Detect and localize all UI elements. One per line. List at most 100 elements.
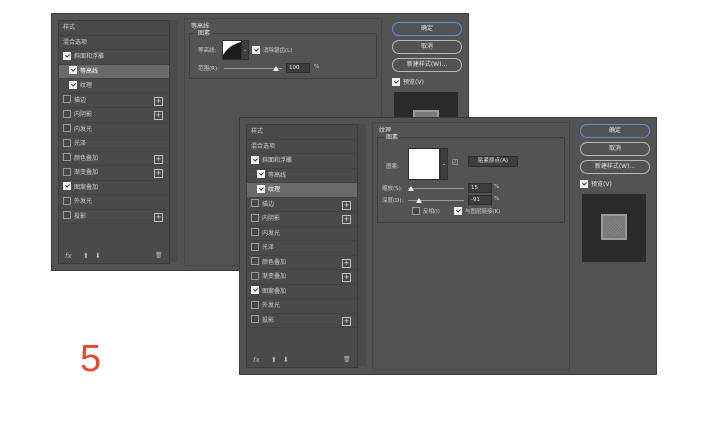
sidebar-item-checkbox[interactable] (63, 109, 71, 118)
sidebar-item-checkbox[interactable] (251, 257, 259, 265)
sidebar-item[interactable]: 等高线 (59, 64, 169, 79)
sidebar-item[interactable]: 内发光 (247, 227, 357, 241)
add-effect-icon[interactable]: + (154, 111, 163, 120)
add-effect-icon[interactable]: + (154, 154, 163, 164)
sidebar-item[interactable]: 投影 + (59, 210, 169, 224)
sidebar-item[interactable]: 描边 + (247, 198, 357, 212)
sidebar-scrollbar[interactable] (358, 124, 366, 366)
fx-icon[interactable]: fx (253, 353, 260, 367)
sidebar-item[interactable]: 斜面和浮雕 (59, 50, 169, 65)
sidebar-item-checkbox[interactable] (257, 170, 265, 178)
sidebar-item[interactable]: 渐变叠加 + (59, 166, 169, 181)
sidebar-item-checkbox[interactable] (251, 242, 259, 251)
sidebar-item-checkbox[interactable] (251, 315, 259, 323)
sidebar-item[interactable]: 颜色叠加 + (59, 152, 169, 166)
move-up-icon[interactable]: ⬆ (271, 353, 277, 367)
sidebar-item-checkbox[interactable] (251, 155, 259, 164)
scale-input[interactable]: 15 (468, 183, 492, 193)
sidebar-item[interactable]: 纹理 (59, 79, 169, 94)
new-preset-icon[interactable]: ◰ (452, 158, 459, 166)
ok-button[interactable]: 确定 (580, 124, 650, 138)
add-effect-icon[interactable]: + (154, 212, 163, 222)
sidebar-item[interactable]: 外发光 (247, 299, 357, 314)
sidebar-item[interactable]: 图案叠加 (247, 285, 357, 299)
sidebar-item-checkbox[interactable] (63, 138, 71, 147)
contour-dropdown-icon[interactable]: ⌄ (241, 40, 249, 60)
link-with-layer-checkbox[interactable] (454, 206, 462, 215)
sidebar-item-checkbox[interactable] (63, 211, 71, 219)
sidebar-item-checkbox[interactable] (63, 153, 71, 161)
antialias-checkbox[interactable] (252, 45, 260, 54)
add-effect-icon[interactable]: + (154, 169, 163, 178)
cancel-button[interactable]: 取消 (580, 142, 650, 156)
sidebar-item[interactable]: 外发光 (59, 195, 169, 210)
sidebar-item[interactable]: 光泽 (247, 241, 357, 256)
sidebar-item-checkbox[interactable] (251, 271, 259, 280)
scale-slider-track[interactable] (408, 188, 464, 189)
sidebar-item[interactable]: 描边 + (59, 94, 169, 108)
preview-row[interactable]: 预览(V) (580, 179, 612, 189)
sidebar-item[interactable]: 渐变叠加 + (247, 270, 357, 285)
add-effect-icon[interactable]: + (342, 200, 351, 210)
move-down-icon[interactable]: ⬇ (283, 353, 289, 367)
move-up-icon[interactable]: ⬆ (83, 249, 89, 263)
range-input[interactable]: 100 (286, 63, 310, 73)
sidebar-item-checkbox[interactable] (251, 228, 259, 236)
sidebar-item[interactable]: 斜面和浮雕 (247, 154, 357, 169)
sidebar-item[interactable]: 光泽 (59, 137, 169, 152)
pattern-dropdown-icon[interactable]: ⌄ (440, 148, 448, 180)
sidebar-item-checkbox[interactable] (251, 300, 259, 309)
group-title: 图素 (384, 132, 401, 141)
new-style-button[interactable]: 新建样式(W)... (580, 160, 650, 174)
fx-icon[interactable]: fx (65, 249, 72, 263)
add-effect-icon[interactable]: + (154, 96, 163, 106)
move-down-icon[interactable]: ⬇ (95, 249, 101, 263)
sidebar-item-checkbox[interactable] (251, 286, 259, 294)
invert-checkbox[interactable] (412, 206, 420, 215)
trash-icon[interactable]: 🗑 (343, 353, 351, 367)
sidebar-item[interactable]: 图案叠加 (59, 181, 169, 195)
link-with-layer-row[interactable]: 与图层链接(K) (454, 206, 500, 216)
sidebar-item[interactable]: 纹理 (247, 183, 357, 198)
sidebar-scrollbar[interactable] (170, 20, 178, 262)
scale-slider-thumb[interactable] (407, 186, 414, 191)
sidebar-item-checkbox[interactable] (63, 51, 71, 60)
sidebar-item[interactable]: 投影 + (247, 314, 357, 328)
sidebar-item-checkbox[interactable] (63, 95, 71, 103)
range-slider-thumb[interactable] (273, 66, 280, 71)
sidebar-item[interactable]: 颜色叠加 + (247, 256, 357, 270)
depth-slider-thumb[interactable] (416, 198, 423, 203)
contour-picker[interactable] (222, 40, 242, 60)
sidebar-item[interactable]: 内发光 (59, 123, 169, 137)
depth-input[interactable]: -91 (468, 195, 492, 205)
sidebar-item-checkbox[interactable] (63, 196, 71, 205)
add-effect-icon[interactable]: + (342, 258, 351, 268)
sidebar-item-checkbox[interactable] (257, 184, 265, 193)
sidebar-item-checkbox[interactable] (69, 80, 77, 89)
preview-checkbox[interactable] (580, 179, 588, 188)
preview-row[interactable]: 预览(V) (392, 77, 424, 87)
sidebar-item[interactable]: 混合选项 (59, 36, 169, 50)
ok-button[interactable]: 确定 (392, 22, 462, 36)
sidebar-item[interactable]: 混合选项 (247, 140, 357, 154)
cancel-button[interactable]: 取消 (392, 40, 462, 54)
sidebar-item[interactable]: 内阴影 + (59, 108, 169, 123)
snap-to-origin-button[interactable]: 贴紧原点(A) (468, 156, 518, 167)
new-style-button[interactable]: 新建样式(W)... (392, 58, 462, 72)
sidebar-item-checkbox[interactable] (63, 124, 71, 132)
sidebar-item-checkbox[interactable] (251, 213, 259, 222)
trash-icon[interactable]: 🗑 (155, 249, 163, 263)
pattern-swatch[interactable] (408, 148, 440, 180)
sidebar-item-checkbox[interactable] (251, 199, 259, 207)
sidebar-item-checkbox[interactable] (63, 182, 71, 190)
sidebar-item[interactable]: 内阴影 + (247, 212, 357, 227)
sidebar-item-checkbox[interactable] (63, 167, 71, 176)
sidebar-item-checkbox[interactable] (69, 66, 77, 74)
add-effect-icon[interactable]: + (342, 316, 351, 326)
add-effect-icon[interactable]: + (342, 273, 351, 282)
add-effect-icon[interactable]: + (342, 215, 351, 224)
antialias-checkbox-row[interactable]: 消除锯齿(L) (252, 45, 292, 55)
preview-checkbox[interactable] (392, 77, 400, 86)
invert-row[interactable]: 反相(I) (412, 206, 440, 216)
sidebar-item[interactable]: 等高线 (247, 169, 357, 183)
